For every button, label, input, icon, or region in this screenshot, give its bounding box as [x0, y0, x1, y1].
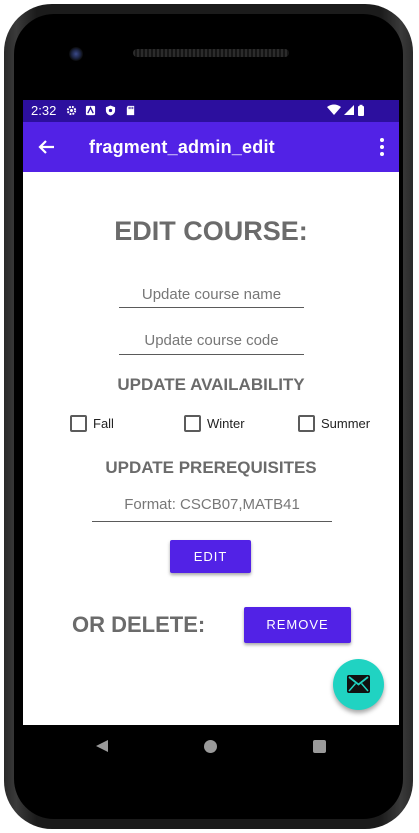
or-delete-label: OR DELETE: [72, 612, 206, 637]
checkbox-winter-label: Winter [207, 416, 245, 431]
status-time: 2:32 [31, 103, 57, 118]
back-arrow-icon[interactable] [37, 137, 57, 157]
front-camera [69, 47, 83, 61]
checkbox-winter-box[interactable] [184, 415, 201, 432]
checkbox-fall-box[interactable] [70, 415, 87, 432]
sd-card-icon [126, 105, 135, 116]
status-bar: 2:32 [23, 100, 399, 122]
device-frame: 2:32 fragment_admin_edit EDIT COURSE: Up… [0, 0, 419, 833]
mail-icon [347, 675, 370, 693]
status-right-icons [327, 104, 364, 116]
prerequisites-input[interactable] [92, 487, 332, 522]
remove-button[interactable]: REMOVE [244, 607, 351, 643]
checkbox-summer-label: Summer [321, 416, 371, 431]
course-name-input[interactable] [119, 281, 304, 308]
edit-course-heading: EDIT COURSE: [114, 216, 308, 246]
accessibility-icon [85, 105, 96, 116]
system-nav-bar [23, 725, 399, 769]
checkbox-summer-box[interactable] [298, 415, 315, 432]
edit-button[interactable]: EDIT [170, 540, 251, 573]
edit-course-form: EDIT COURSE: UPDATE AVAILABILITY Fall Wi… [23, 172, 399, 725]
app-bar-title: fragment_admin_edit [89, 137, 275, 157]
nav-back-icon[interactable] [95, 739, 109, 753]
checkbox-fall-label: Fall [93, 416, 114, 431]
nav-recents-icon[interactable] [313, 740, 326, 753]
battery-icon [358, 106, 364, 116]
availability-heading: UPDATE AVAILABILITY [117, 375, 305, 394]
mail-fab[interactable] [333, 659, 384, 710]
more-options-icon[interactable] [379, 137, 385, 157]
nav-home-icon[interactable] [204, 740, 217, 753]
shield-icon [105, 105, 116, 116]
wifi-icon [327, 104, 341, 115]
app-screen: 2:32 fragment_admin_edit EDIT COURSE: Up… [23, 100, 399, 725]
app-bar: fragment_admin_edit [23, 122, 399, 172]
settings-icon [66, 105, 77, 116]
prerequisites-heading: UPDATE PREREQUISITES [105, 458, 317, 477]
earpiece-speaker [133, 49, 289, 57]
course-code-input[interactable] [119, 327, 304, 355]
signal-icon [344, 105, 354, 115]
